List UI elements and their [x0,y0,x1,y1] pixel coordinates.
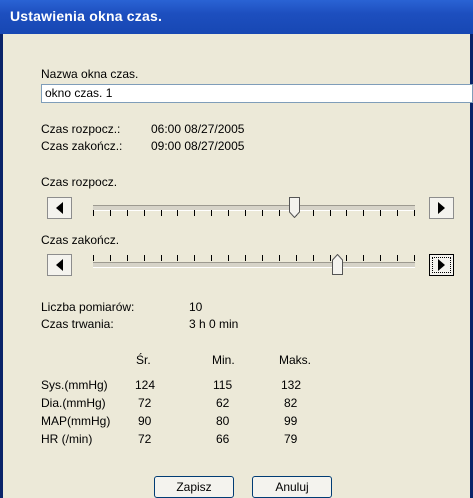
stats-cell: 90 [138,414,152,428]
stats-cell: 132 [281,378,302,392]
slider-tick [127,255,128,261]
stats-header-avg: Śr. [136,353,151,367]
slider-tick [414,255,415,261]
slider-tick [397,210,398,216]
slider-tick [380,210,381,216]
stats-row-label: Sys.(mmHg) [41,378,108,392]
arrow-left-icon [56,259,63,271]
stats-header-min: Min. [212,353,235,367]
name-input[interactable] [41,84,473,103]
slider-tick [262,210,263,216]
slider-tick [144,255,145,261]
start-slider-label: Czas rozpocz. [41,175,118,189]
stats-cell: 115 [213,378,233,392]
stats-cell: 72 [138,432,152,446]
slider-tick [228,255,229,261]
slider-tick [313,255,314,261]
slider-tick [144,210,145,216]
stats-row-label: Dia.(mmHg) [41,396,106,410]
start-slider-left-button[interactable] [47,197,72,219]
slider-tick [279,210,280,216]
duration-value: 3 h 0 min [189,317,239,331]
stats-row-label: HR (/min) [41,432,93,446]
slider-tick [397,255,398,261]
slider-tick [177,210,178,216]
stats-cell: 79 [284,432,298,446]
start-time-label: Czas rozpocz.: [41,122,121,136]
slider-tick [245,255,246,261]
stats-cell: 72 [138,396,152,410]
measurements-value: 10 [189,300,203,314]
end-time-label: Czas zakończ.: [41,139,123,153]
slider-tick [127,210,128,216]
slider-tick [161,255,162,261]
arrow-right-icon [438,259,445,271]
slider-tick [363,255,364,261]
stats-cell: 62 [216,396,230,410]
stats-cell: 66 [216,432,230,446]
slider-tick [346,210,347,216]
arrow-right-icon [438,202,445,214]
stats-cell: 82 [284,396,298,410]
end-slider-left-button[interactable] [47,254,72,276]
end-slider-ticks [93,255,415,261]
end-slider[interactable] [89,254,419,276]
dialog-body: Nazwa okna czas. Czas rozpocz.: 06:00 08… [3,34,473,498]
slider-tick [346,255,347,261]
name-label: Nazwa okna czas. [41,67,139,81]
dialog-window: Ustawienia okna czas. Nazwa okna czas. C… [0,0,473,498]
slider-tick [211,210,212,216]
stats-cell: 124 [135,378,156,392]
duration-label: Czas trwania: [41,317,114,331]
slider-tick [313,210,314,216]
start-slider-right-button[interactable] [429,197,454,219]
save-button[interactable]: Zapisz [154,476,234,498]
slider-tick [330,210,331,216]
arrow-left-icon [56,202,63,214]
slider-tick [296,255,297,261]
end-slider-label: Czas zakończ. [41,233,120,247]
measurements-label: Liczba pomiarów: [41,300,135,314]
slider-tick [93,255,94,261]
slider-tick [414,210,415,216]
slider-tick [110,210,111,216]
slider-tick [161,210,162,216]
start-slider-ticks [93,210,415,216]
slider-tick [262,255,263,261]
cancel-button[interactable]: Anuluj [252,476,332,498]
slider-tick [363,210,364,216]
start-time-value: 06:00 08/27/2005 [151,122,245,136]
end-slider-groove [93,262,415,268]
end-slider-right-button[interactable] [429,254,454,276]
slider-tick [228,210,229,216]
stats-cell: 80 [216,414,230,428]
slider-tick [279,255,280,261]
slider-tick [194,255,195,261]
slider-tick [177,255,178,261]
slider-tick [380,255,381,261]
slider-tick [330,255,331,261]
stats-header-max: Maks. [279,353,312,367]
stats-cell: 99 [284,414,298,428]
end-time-value: 09:00 08/27/2005 [151,139,245,153]
slider-tick [211,255,212,261]
title-bar[interactable]: Ustawienia okna czas. [0,0,473,34]
start-slider[interactable] [89,197,419,219]
slider-tick [194,210,195,216]
slider-tick [245,210,246,216]
window-title: Ustawienia okna czas. [10,8,163,24]
start-slider-thumb[interactable] [289,197,300,218]
slider-tick [110,255,111,261]
end-slider-thumb[interactable] [332,254,343,275]
slider-tick [93,210,94,216]
stats-row-label: MAP(mmHg) [41,414,111,428]
